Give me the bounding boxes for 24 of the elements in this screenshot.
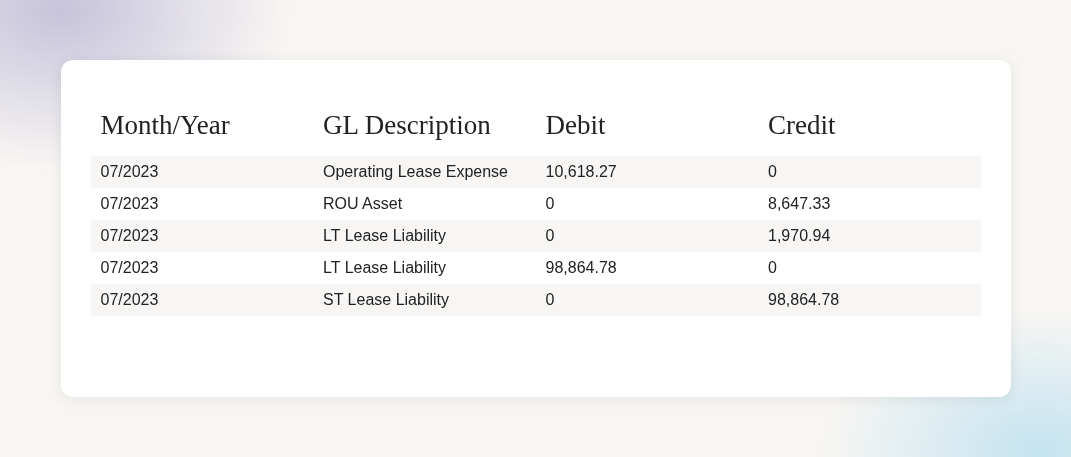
table-cell: 10,618.27 — [545, 163, 617, 181]
table-cell: 98,864.78 — [545, 259, 617, 277]
table-cell: LT Lease Liability — [323, 227, 447, 245]
table-cell: Operating Lease Expense — [323, 163, 508, 181]
table-cell: LT Lease Liability — [323, 259, 447, 277]
column-header: Month/Year — [100, 109, 230, 141]
table-cell: 0 — [545, 227, 555, 245]
table-cell: 1,970.94 — [768, 227, 831, 245]
column-header: Debit — [545, 109, 606, 141]
table-cell: 07/2023 — [100, 291, 159, 309]
table-cell: 07/2023 — [100, 163, 159, 181]
table-cell: 07/2023 — [100, 227, 159, 245]
column-header: Credit — [768, 109, 836, 141]
table-cell: 8,647.33 — [768, 195, 831, 213]
table-cell: 07/2023 — [100, 259, 159, 277]
table-cell: ST Lease Liability — [323, 291, 449, 309]
table-cell: ROU Asset — [323, 195, 403, 213]
table-cell: 98,864.78 — [768, 291, 840, 309]
table-cell: 0 — [768, 259, 777, 277]
table-cell: 07/2023 — [100, 195, 159, 213]
table-cell: 0 — [545, 291, 555, 309]
table-cell: 0 — [768, 163, 777, 181]
column-header: GL Description — [323, 109, 491, 141]
table-cell: 0 — [545, 195, 555, 213]
